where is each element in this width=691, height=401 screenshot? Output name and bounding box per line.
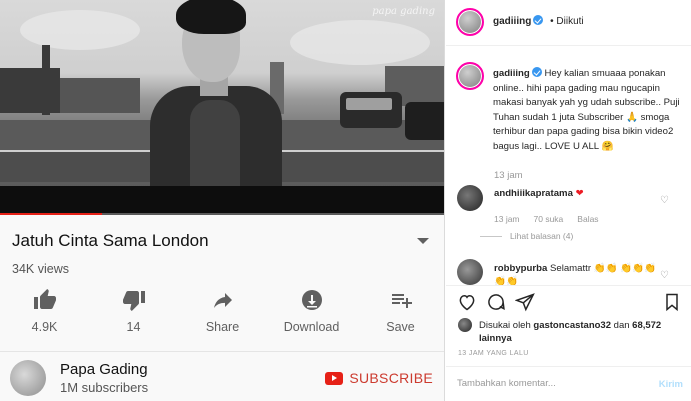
video-progress-bar[interactable]: [0, 213, 444, 215]
video-title: Jatuh Cinta Sama London: [12, 231, 209, 250]
verified-badge-icon: [531, 67, 542, 77]
save-label: Save: [386, 320, 415, 334]
share-icon: [213, 293, 232, 308]
post-actions: [446, 285, 691, 315]
download-icon: [301, 290, 322, 310]
youtube-panel: papa gading Jatuh Cinta Sama London 34K …: [0, 0, 445, 401]
subscribe-label: SUBSCRIBE: [349, 370, 433, 386]
dislike-button[interactable]: 14: [89, 288, 178, 340]
post-timestamp: 13 JAM YANG LALU: [458, 350, 529, 357]
video-frame: papa gading: [0, 0, 444, 215]
liker-avatar[interactable]: [458, 318, 472, 332]
comment-avatar[interactable]: [457, 185, 483, 211]
thumbs-up-icon: [33, 289, 56, 309]
comment-text: ❤: [575, 188, 584, 199]
man-figure: [150, 0, 290, 215]
video-progress-fill: [0, 213, 103, 215]
liked-by-user[interactable]: gastoncastano32: [533, 320, 611, 331]
caption-avatar[interactable]: [456, 62, 484, 90]
header-user: gadiiing • Diikuti: [493, 15, 584, 27]
subscriber-count: 1M subscribers: [60, 380, 149, 395]
save-button[interactable]: Save: [356, 288, 444, 340]
comment-time: 13 jam: [494, 214, 520, 224]
comment-username[interactable]: robbypurba: [494, 263, 547, 274]
download-label: Download: [283, 320, 340, 334]
comment-likes[interactable]: 70 suka: [534, 214, 564, 224]
youtube-logo-icon: [325, 371, 344, 385]
view-count: 34K views: [12, 262, 69, 276]
add-comment-bar: Kirim: [446, 366, 691, 401]
comment-like-heart-icon[interactable]: ♡: [660, 195, 669, 206]
liked-by-connector: dan: [613, 320, 630, 331]
video-player[interactable]: papa gading: [0, 0, 444, 215]
comment-bubble-icon[interactable]: [486, 292, 506, 312]
post-caption: gadiiing Hey kalian smuaaa ponakan onlin…: [493, 67, 685, 154]
send-comment-button[interactable]: Kirim: [659, 379, 683, 390]
video-title-row: Jatuh Cinta Sama London: [12, 231, 437, 251]
instagram-panel: gadiiing • Diikuti gadiiing Hey kalian s…: [446, 0, 691, 401]
video-actions: 4.9K 14 Share Download Save: [0, 288, 444, 340]
share-label: Share: [205, 320, 240, 334]
caption-username[interactable]: gadiiing: [493, 68, 530, 79]
video-watermark: papa gading: [372, 6, 435, 17]
thumbs-down-icon: [122, 291, 145, 311]
header-avatar[interactable]: [456, 8, 484, 36]
like-count: 4.9K: [31, 320, 58, 334]
dislike-count: 14: [126, 320, 141, 334]
comment-like-heart-icon[interactable]: ♡: [660, 270, 669, 281]
reply-button[interactable]: Balas: [577, 214, 598, 224]
liked-by: Disukai oleh gastoncastano32 dan 68,572 …: [479, 319, 684, 345]
liked-by-prefix: Disukai oleh: [479, 320, 531, 331]
caption-time: 13 jam: [494, 170, 523, 181]
view-replies-link[interactable]: Lihat balasan (4): [510, 231, 573, 241]
share-icon[interactable]: [514, 292, 535, 312]
comment-item: andhiiikapratama ❤: [494, 188, 584, 199]
post-header: gadiiing • Diikuti: [446, 0, 691, 46]
channel-avatar[interactable]: [10, 360, 46, 396]
download-button[interactable]: Download: [267, 288, 356, 340]
bookmark-icon[interactable]: [662, 292, 682, 312]
caption-text: Hey kalian smuaaa ponakan online.. hihi …: [493, 68, 680, 152]
channel-row: Papa Gading 1M subscribers SUBSCRIBE: [0, 351, 444, 401]
like-heart-icon[interactable]: [457, 292, 477, 312]
save-playlist-icon: [391, 294, 412, 308]
like-button[interactable]: 4.9K: [0, 288, 89, 340]
comment-input[interactable]: [457, 378, 637, 389]
subscribe-button[interactable]: SUBSCRIBE: [325, 370, 433, 386]
channel-name[interactable]: Papa Gading: [60, 361, 148, 378]
expand-description-icon[interactable]: [417, 238, 429, 244]
comment-meta: 13 jam 70 suka Balas: [494, 214, 599, 224]
follow-state[interactable]: • Diikuti: [550, 16, 584, 27]
comment-username[interactable]: andhiiikapratama: [494, 188, 573, 199]
header-username[interactable]: gadiiing: [493, 16, 531, 27]
share-button[interactable]: Share: [178, 288, 267, 340]
verified-badge-icon: [533, 15, 544, 25]
comment-avatar[interactable]: [457, 259, 483, 285]
